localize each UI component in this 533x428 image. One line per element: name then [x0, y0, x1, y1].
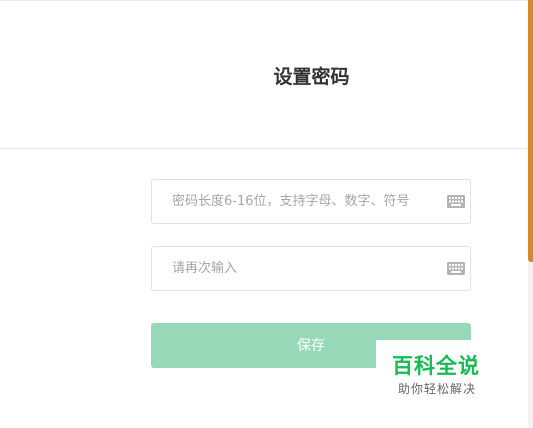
password-input[interactable] [152, 180, 442, 223]
header-divider [0, 148, 528, 149]
watermark-title: 百科全说 [392, 354, 480, 378]
password-field-container [151, 179, 471, 224]
watermark-subtitle: 助你轻松解决 [398, 382, 477, 396]
set-password-page: 设置密码 保存 百科全说 助你轻松解决 [0, 0, 533, 428]
confirm-password-field-container [151, 246, 471, 291]
keyboard-icon[interactable] [447, 195, 465, 208]
scrollbar-track[interactable] [528, 262, 533, 428]
page-title: 设置密码 [273, 66, 350, 88]
confirm-password-input[interactable] [152, 247, 442, 290]
keyboard-icon[interactable] [447, 262, 465, 275]
watermark: 百科全说 助你轻松解决 [376, 340, 511, 406]
scrollbar-thumb[interactable] [528, 0, 533, 262]
top-border [0, 0, 528, 1]
